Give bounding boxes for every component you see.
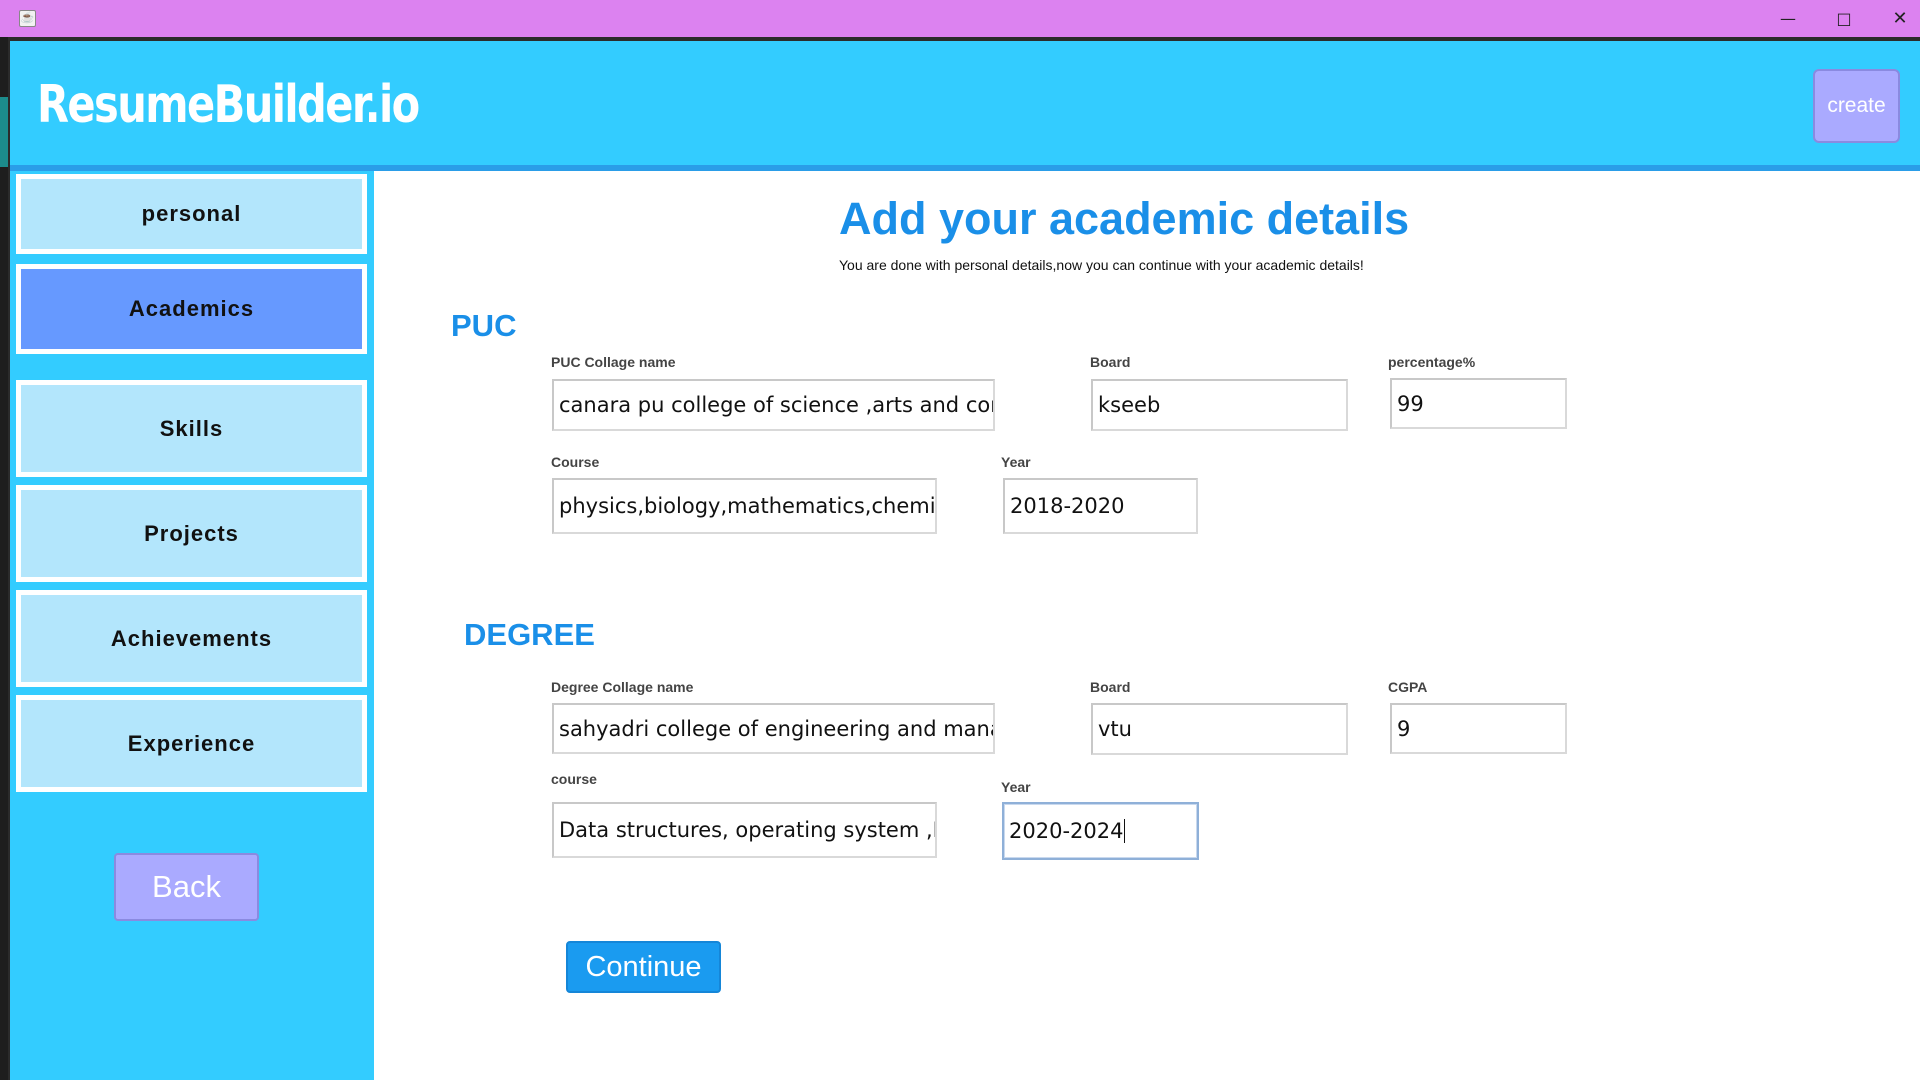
degree-section-title: DEGREE <box>464 617 595 652</box>
sidebar-item-projects[interactable]: Projects <box>16 485 367 582</box>
degree-college-input[interactable]: sahyadri college of engineering and mana <box>552 703 995 754</box>
degree-year-value: 2020-2024 <box>1009 819 1124 843</box>
puc-percentage-label: percentage% <box>1388 354 1476 370</box>
puc-course-input[interactable]: physics,biology,mathematics,chemis <box>552 478 937 534</box>
puc-course-label: Course <box>551 454 600 470</box>
degree-college-label: Degree Collage name <box>551 679 694 695</box>
sidebar-item-skills[interactable]: Skills <box>16 380 367 477</box>
degree-year-input[interactable]: 2020-2024 <box>1002 802 1199 860</box>
puc-year-label: Year <box>1001 454 1031 470</box>
minimize-icon[interactable]: — <box>1760 0 1816 37</box>
puc-section-title: PUC <box>451 308 517 343</box>
back-button[interactable]: Back <box>114 853 259 921</box>
puc-board-label: Board <box>1090 354 1131 370</box>
sidebar-item-achievements[interactable]: Achievements <box>16 590 367 687</box>
create-button[interactable]: create <box>1813 69 1900 143</box>
page-subtitle: You are done with personal details,now y… <box>839 257 1364 273</box>
window-title-bar: ☕ — □ ✕ <box>0 0 1920 37</box>
puc-college-input[interactable]: canara pu college of science ,arts and c… <box>552 379 995 431</box>
sidebar-item-personal[interactable]: personal <box>16 174 367 254</box>
degree-board-input[interactable]: vtu <box>1091 703 1348 755</box>
sidebar-item-experience[interactable]: Experience <box>16 695 367 792</box>
continue-button[interactable]: Continue <box>566 941 721 993</box>
maximize-icon[interactable]: □ <box>1816 0 1872 37</box>
puc-year-input[interactable]: 2018-2020 <box>1003 478 1198 534</box>
degree-cgpa-label: CGPA <box>1388 679 1428 695</box>
puc-college-label: PUC Collage name <box>551 354 676 370</box>
degree-board-label: Board <box>1090 679 1131 695</box>
academic-details-panel: Add your academic details You are done w… <box>374 171 1920 1080</box>
brand-logo: ResumeBuilder.io <box>37 75 420 135</box>
desktop-edge <box>0 37 8 1080</box>
app-header: ResumeBuilder.io create <box>10 41 1920 165</box>
degree-course-input[interactable]: Data structures, operating system ,D <box>552 802 937 858</box>
sidebar: personal Academics Skills Projects Achie… <box>10 171 374 1080</box>
degree-cgpa-input[interactable]: 9 <box>1390 703 1567 754</box>
degree-course-label: course <box>551 771 597 787</box>
degree-year-label: Year <box>1001 779 1031 795</box>
close-icon[interactable]: ✕ <box>1872 0 1920 37</box>
text-caret <box>1124 819 1126 843</box>
page-title: Add your academic details <box>839 193 1410 244</box>
desktop-edge-accent <box>0 97 8 167</box>
java-app-icon: ☕ <box>19 10 36 27</box>
sidebar-item-academics[interactable]: Academics <box>16 264 367 354</box>
puc-board-input[interactable]: kseeb <box>1091 379 1348 431</box>
puc-percentage-input[interactable]: 99 <box>1390 378 1567 429</box>
